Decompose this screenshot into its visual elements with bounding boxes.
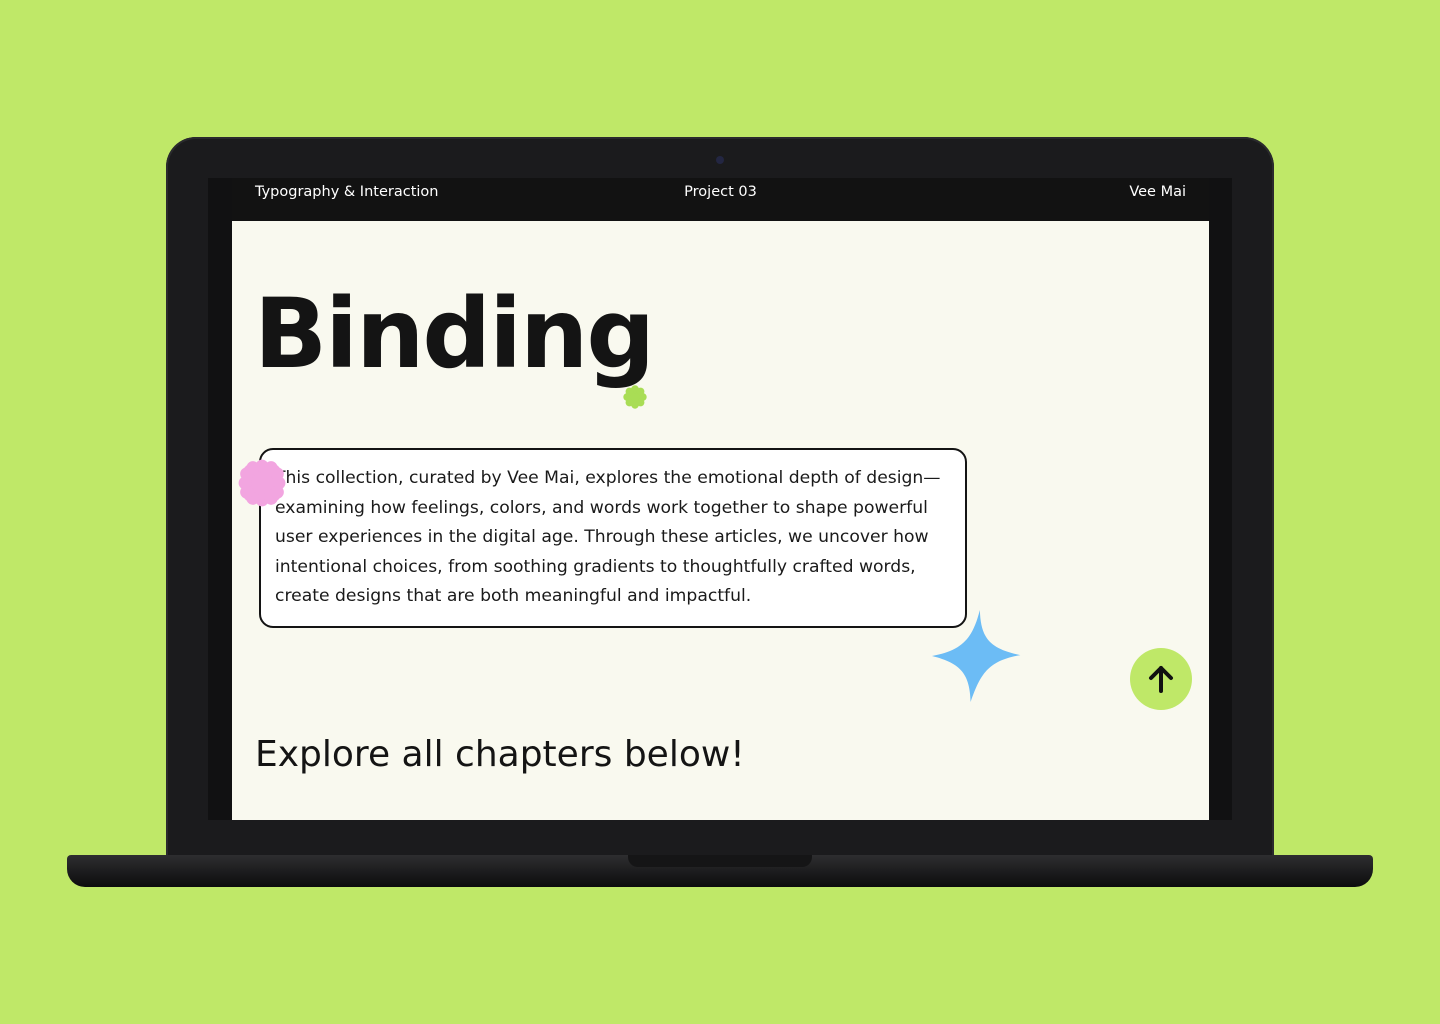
sparkle-star-icon [932,610,1021,702]
scroll-to-top-button[interactable] [1130,648,1192,710]
chapters-heading: Explore all chapters below! [255,734,745,775]
camera-dot [716,156,724,164]
flower-icon [623,385,647,409]
device-mockup: Typography & Interaction Project 03 Vee … [0,0,1440,1024]
intro-description: This collection, curated by Vee Mai, exp… [259,448,967,628]
author-name: Vee Mai [1129,184,1186,200]
intro-text: This collection, curated by Vee Mai, exp… [275,468,941,606]
laptop-notch [628,855,812,867]
webpage-screen: Typography & Interaction Project 03 Vee … [232,178,1209,820]
project-label: Project 03 [684,184,757,200]
page-title: Binding [254,278,655,390]
flower-icon [238,459,286,507]
arrow-up-icon [1149,666,1173,693]
top-nav-bar: Typography & Interaction Project 03 Vee … [232,178,1209,221]
